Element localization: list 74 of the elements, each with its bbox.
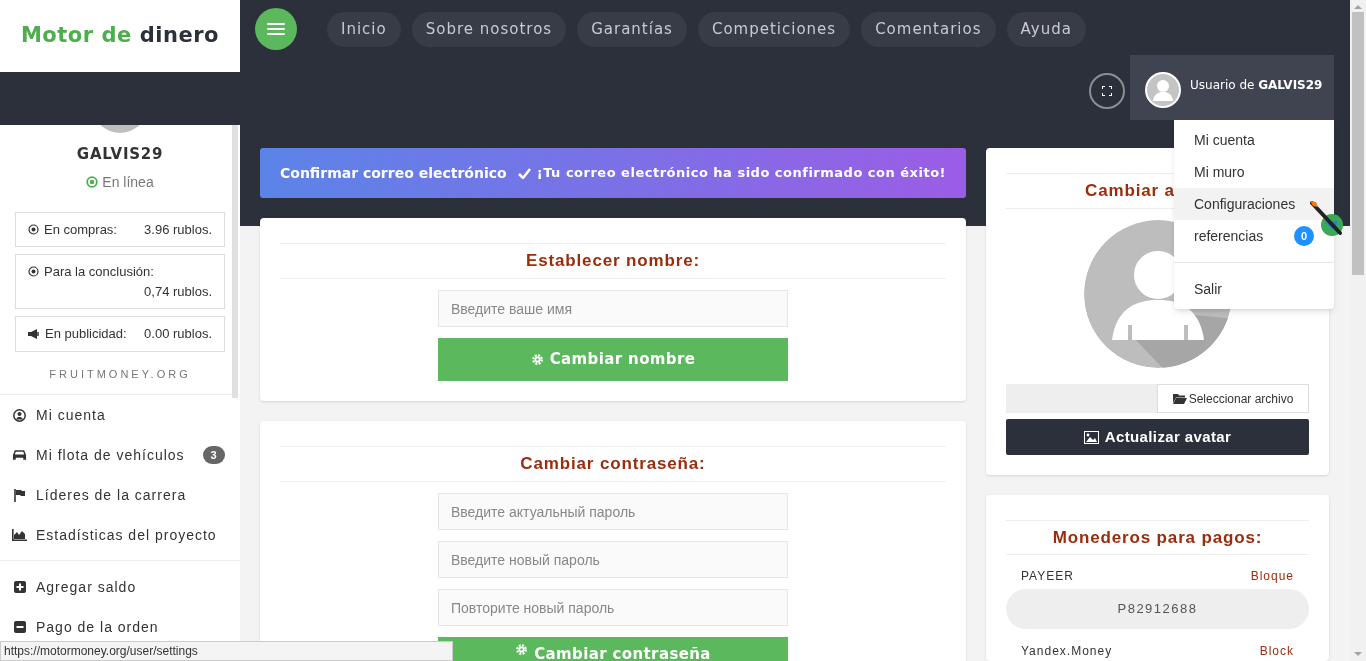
wallet-name: PAYEER (1021, 568, 1074, 585)
target-icon (28, 266, 39, 278)
minus-square-icon (13, 621, 26, 633)
balance-label: En publicidad: (45, 325, 127, 343)
text-field[interactable]: Введите новый пароль (438, 541, 788, 578)
balance-value: 0,74 rublos. (144, 282, 212, 301)
scroll-down-icon[interactable] (1354, 651, 1362, 657)
block-link[interactable]: Bloque (1250, 567, 1294, 585)
block-link[interactable]: Block (1259, 642, 1294, 660)
user-box[interactable]: Usuario de GALVIS29 (1130, 55, 1334, 120)
user-name: Usuario de GALVIS29 (1190, 77, 1323, 94)
sidebar-item[interactable]: Agregar saldo (0, 567, 240, 607)
online-status-icon (86, 176, 99, 188)
user-icon (13, 408, 26, 422)
menu-item[interactable]: Salir (1174, 273, 1334, 305)
text-field[interactable]: Введите актуальный пароль (438, 493, 788, 530)
sidebar-item[interactable]: Mi flota de vehículos 3 (0, 435, 240, 475)
sidebar-item[interactable]: Mi cuenta (0, 395, 240, 435)
fullscreen-button[interactable] (1089, 73, 1125, 109)
wallet-name: Yandex.Money (1021, 643, 1113, 660)
nav-link[interactable]: Comentarios (861, 11, 996, 47)
sidebar-item[interactable]: Estadísticas del proyecto (0, 515, 240, 555)
avatar-icon (1145, 72, 1181, 108)
banner-title: Confirmar correo electrónico (280, 163, 507, 183)
nav-link[interactable]: Competiciones (697, 11, 851, 47)
menu-item-label: referencias (1194, 226, 1264, 246)
gear-icon (530, 353, 544, 366)
brush-cursor-icon (1310, 199, 1346, 239)
username: GALVIS29 (75, 144, 165, 165)
online-status: En línea (102, 172, 154, 192)
menu-item[interactable]: Configuraciones (1174, 188, 1334, 220)
sidebar-scrollbar[interactable] (232, 125, 238, 398)
card-title: Cambiar contraseña: (520, 453, 706, 476)
card-title: Monederos para pagos: (1052, 526, 1263, 549)
image-icon (1083, 430, 1099, 444)
check-icon (517, 167, 531, 179)
text-field[interactable]: Повторите новый пароль (438, 589, 788, 626)
count-badge: 0 (1294, 226, 1314, 246)
select-file-button[interactable]: Seleccionar archivo (1157, 384, 1309, 413)
folder-icon (1172, 393, 1187, 404)
balance-label: En compras: (44, 220, 117, 239)
file-input-field[interactable] (1006, 384, 1157, 413)
card-title: Cambiar a (1085, 180, 1175, 203)
area-chart-icon (12, 529, 27, 541)
menu-item[interactable]: Mi cuenta (1174, 124, 1334, 156)
update-avatar-button[interactable]: Actualizar avatar (1006, 419, 1309, 455)
nav-link[interactable]: Inicio (327, 11, 401, 47)
plus-square-icon (13, 581, 26, 593)
car-icon (12, 449, 27, 461)
menu-item[interactable]: referencias 0 (1174, 220, 1334, 252)
menu-item[interactable]: Mi muro (1174, 156, 1334, 188)
nav-link[interactable]: Ayuda (1006, 11, 1086, 47)
nav-link[interactable]: Garantías (577, 11, 687, 47)
count-badge: 3 (203, 446, 225, 464)
sidebar-item-label: Mi flota de vehículos (36, 445, 185, 465)
balance-label: Para la conclusión: (44, 263, 154, 281)
menu-button[interactable] (255, 8, 297, 50)
wallet-field[interactable]: P82912688 (1006, 589, 1309, 629)
sidebar-item[interactable]: Líderes de la carrera (0, 475, 240, 515)
target-icon (28, 223, 39, 235)
balance-value: 0.00 rublos. (144, 325, 212, 343)
banner-message: ¡Tu correo electrónico ha sido confirmado con éxito! (536, 164, 946, 183)
flag-icon (13, 488, 26, 502)
gear-icon (515, 643, 529, 656)
megaphone-icon (28, 328, 40, 339)
card-title: Establecer nombre: (526, 250, 700, 273)
fullscreen-icon (1102, 86, 1112, 96)
text-field[interactable]: Введите ваше имя (438, 290, 788, 327)
balance-value: 3.96 rublos. (144, 220, 212, 239)
nav-link[interactable]: Sobre nosotros (411, 11, 567, 47)
site-label: FRUITMONEY.ORG (48, 366, 192, 382)
scroll-up-icon[interactable] (1354, 4, 1362, 10)
menu-icon (267, 22, 285, 36)
url-tooltip: https://motormoney.org/user/settings (0, 641, 453, 661)
